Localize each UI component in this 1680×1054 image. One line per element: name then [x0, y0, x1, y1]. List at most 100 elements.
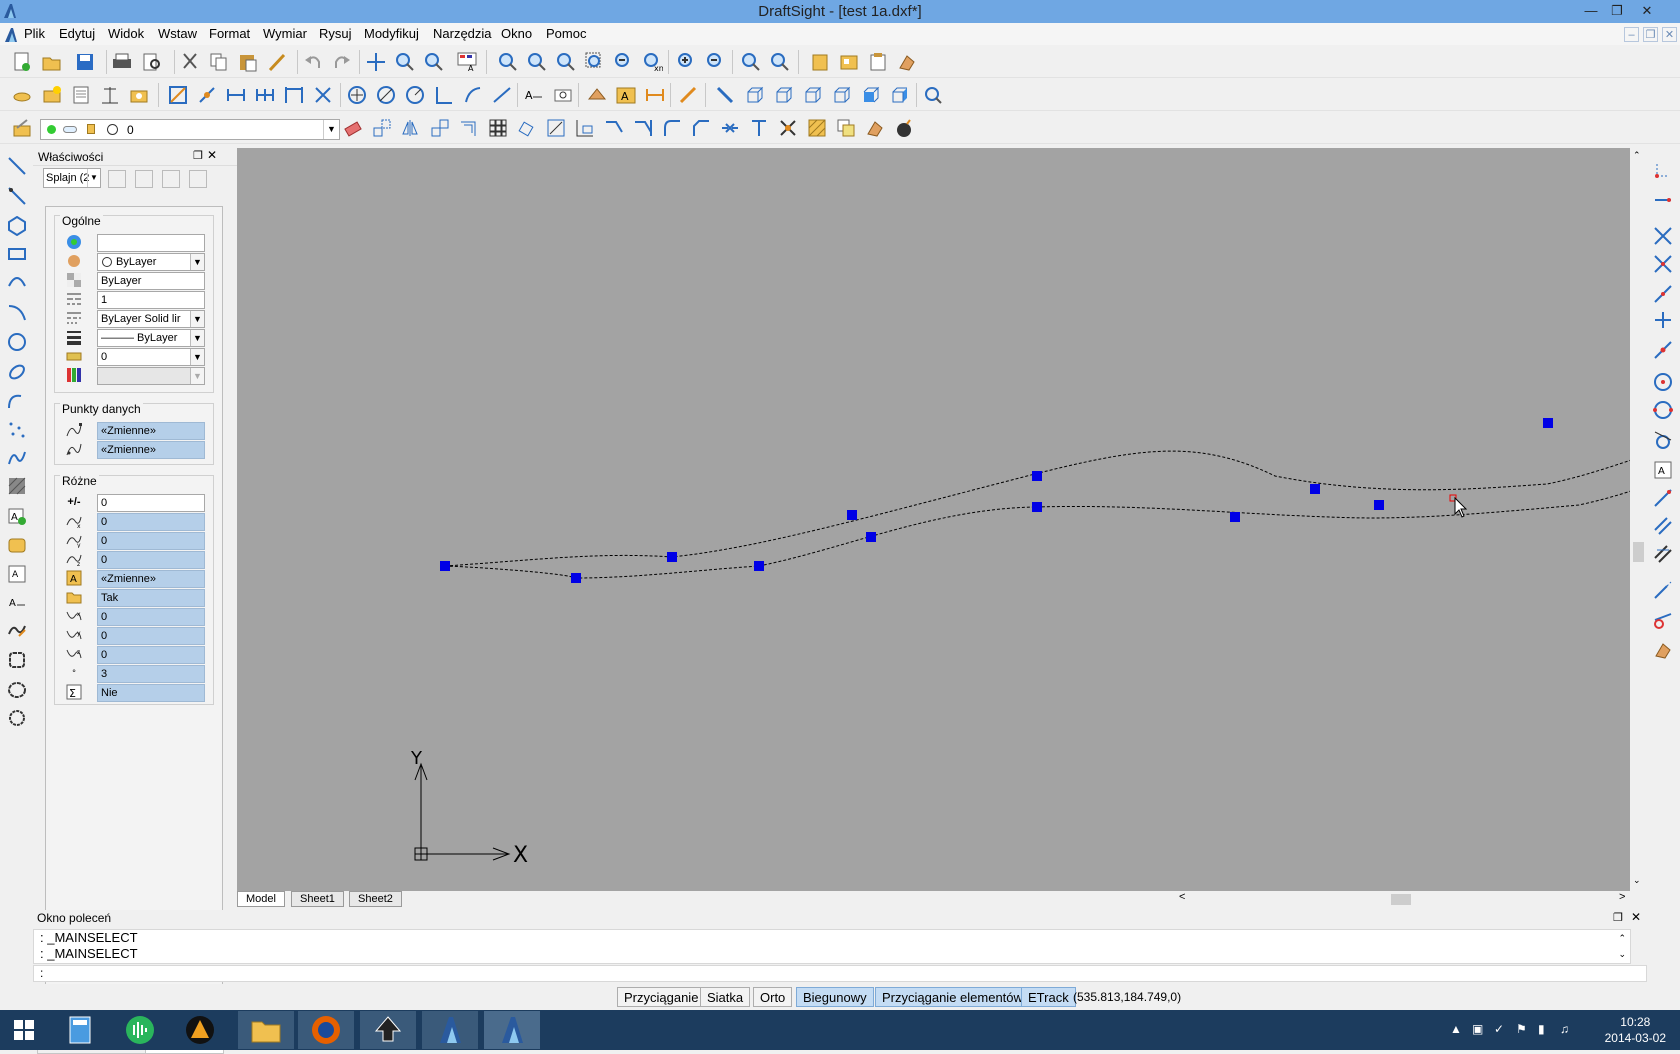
view-shaded-icon[interactable] [859, 83, 883, 107]
snap-quadrant-icon[interactable] [282, 83, 306, 107]
snap-endpoint-icon[interactable] [166, 83, 190, 107]
simple-text-icon[interactable]: A [5, 590, 29, 614]
grid-toggle-button[interactable]: Siatka [700, 987, 751, 1007]
dimension-tool-icon[interactable] [643, 83, 667, 107]
zoom-in-icon[interactable] [675, 50, 699, 74]
entity-snap-toggle-button[interactable]: Przyciąganie elementów [875, 987, 1030, 1007]
pattern-icon[interactable] [486, 116, 510, 140]
mdi-restore-icon[interactable]: ❐ [1643, 27, 1658, 42]
menu-rysuj[interactable]: Rysuj [319, 26, 352, 41]
infinite-line-icon[interactable] [5, 184, 29, 208]
prop-start-tangent-x[interactable]: 0 [97, 513, 205, 531]
view-side-icon[interactable] [801, 83, 825, 107]
snap-perpendicular-icon[interactable] [432, 83, 456, 107]
taskbar-clock[interactable]: 10:28 2014-03-02 [1605, 1014, 1666, 1046]
snap-nearest-icon[interactable] [1651, 282, 1675, 306]
rectangle-tool-icon[interactable] [5, 242, 29, 266]
ortho-toggle-button[interactable]: Orto [753, 987, 793, 1007]
format-painter-icon[interactable] [265, 50, 289, 74]
command-input[interactable]: : [33, 965, 1647, 982]
vertical-scrollbar[interactable]: ⌃ ⌄ [1630, 148, 1647, 891]
menu-pomoc[interactable]: Pomoc [546, 26, 586, 41]
document-list-icon[interactable] [69, 83, 93, 107]
text-snap-icon[interactable]: A [522, 83, 546, 107]
erase-icon[interactable] [341, 116, 365, 140]
snap-none-icon[interactable] [1651, 608, 1675, 632]
snap-insertion-icon[interactable] [1651, 308, 1675, 332]
layer-manager-icon[interactable] [40, 83, 64, 107]
prop-linescale[interactable]: 1 [97, 291, 205, 309]
cloud-freehand-icon[interactable] [5, 706, 29, 730]
snap-parallel-icon[interactable] [461, 83, 485, 107]
inkscape-icon[interactable] [360, 1011, 416, 1049]
explode-icon[interactable] [776, 116, 800, 140]
vertical-scroll-thumb[interactable] [1633, 542, 1644, 562]
layer-freeze-icon[interactable] [63, 126, 77, 133]
tray-flag-icon[interactable]: ⚑ [1516, 1022, 1527, 1036]
move-icon[interactable] [370, 116, 394, 140]
dimension-style-icon[interactable] [98, 83, 122, 107]
tray-network-icon[interactable]: ▮ [1538, 1022, 1545, 1036]
multiline-text-icon[interactable]: A [5, 562, 29, 586]
text-style-icon[interactable]: A [614, 83, 638, 107]
snap-center-right-icon[interactable] [1651, 370, 1675, 394]
polygon-tool-icon[interactable] [5, 214, 29, 238]
grip-point[interactable] [440, 561, 450, 571]
zoom-extents-icon[interactable] [768, 50, 792, 74]
prop-start-tangent-z[interactable]: 0 [97, 551, 205, 569]
scroll-left-icon[interactable]: < [1179, 891, 1185, 903]
break-icon[interactable] [747, 116, 771, 140]
mirror-icon[interactable] [399, 116, 423, 140]
toggle-pickadd-icon[interactable] [189, 170, 207, 188]
layer-select[interactable]: 0 ▼ [40, 119, 340, 140]
copy-icon[interactable] [207, 50, 231, 74]
zoom-window-icon[interactable] [583, 50, 607, 74]
restore-icon[interactable]: ❐ [1604, 1, 1630, 21]
zoom-previous-icon[interactable] [422, 50, 446, 74]
revision-cloud-icon[interactable] [5, 648, 29, 672]
grip-point[interactable] [571, 573, 581, 583]
redo-icon[interactable] [330, 50, 354, 74]
prop-color[interactable] [97, 234, 205, 252]
spline-tool-icon[interactable] [5, 446, 29, 470]
copy-entity-icon[interactable] [428, 116, 452, 140]
grip-point[interactable] [1032, 502, 1042, 512]
polar-toggle-button[interactable]: Biegunowy [796, 987, 874, 1007]
snap-quadrant-right-icon[interactable] [1651, 398, 1675, 422]
grip-point[interactable] [1374, 500, 1384, 510]
drawing-area[interactable]: X Y [237, 148, 1630, 891]
hand-tool-icon[interactable] [895, 50, 919, 74]
grip-point[interactable] [1310, 484, 1320, 494]
layer-on-icon[interactable] [47, 125, 56, 134]
offset-icon[interactable] [457, 116, 481, 140]
tray-shield-icon[interactable]: ✓ [1494, 1022, 1504, 1036]
menu-plik[interactable]: Plik [24, 26, 45, 41]
pick-add-icon[interactable] [162, 170, 180, 188]
prop-layer[interactable]: ByLayer ▼ [97, 253, 205, 271]
prop-degree[interactable]: 3 [97, 665, 205, 683]
chevron-down-icon[interactable]: ▼ [190, 349, 204, 365]
start-button-icon[interactable] [0, 1011, 48, 1049]
prop-control-points[interactable]: «Zmienne» [97, 422, 205, 440]
line-tool-icon[interactable] [5, 154, 29, 178]
measure-icon[interactable] [676, 83, 700, 107]
print-icon[interactable] [110, 50, 134, 74]
entity-selector[interactable]: Splajn (2 ▼ [43, 168, 101, 188]
firefox-icon[interactable] [298, 1011, 354, 1049]
snap-text-icon[interactable]: A [1651, 458, 1675, 482]
grip-point[interactable] [1230, 512, 1240, 522]
snap-parallel-right-icon[interactable] [1651, 514, 1675, 538]
grip-point[interactable] [667, 552, 677, 562]
menu-narzedzia[interactable]: Narzędzia [433, 26, 492, 41]
close-panel-icon[interactable]: ✕ [207, 148, 217, 162]
snap-perpendicular-circle-icon[interactable] [403, 83, 427, 107]
snap-from-icon[interactable] [1651, 158, 1675, 182]
tray-up-icon[interactable]: ▲ [1450, 1022, 1462, 1036]
snap-node-icon[interactable] [253, 83, 277, 107]
prop-tolerance[interactable]: 0 [97, 494, 205, 512]
zoom-realtime-icon[interactable] [393, 50, 417, 74]
join-icon[interactable] [718, 116, 742, 140]
zoom-out-half-icon[interactable] [612, 50, 636, 74]
etrack-toggle-button[interactable]: ETrack [1021, 987, 1076, 1007]
drawing-canvas[interactable]: X Y [237, 148, 1630, 891]
